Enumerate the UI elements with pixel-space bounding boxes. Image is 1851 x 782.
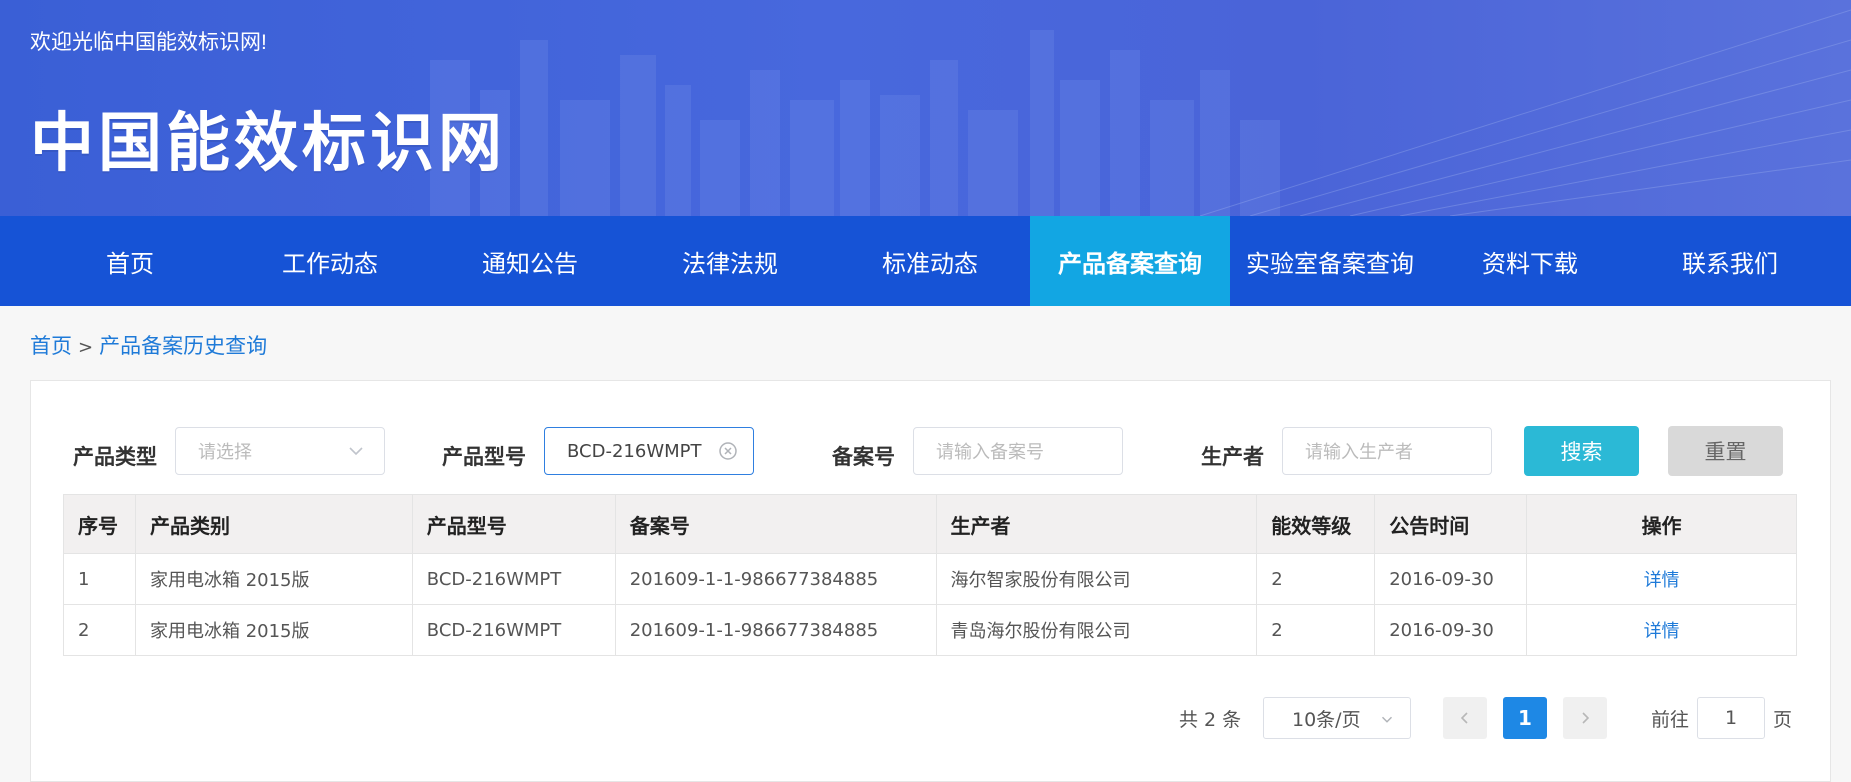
- nav-item-downloads[interactable]: 资料下载: [1430, 216, 1630, 306]
- nav-item-lab-record[interactable]: 实验室备案查询: [1230, 216, 1430, 306]
- model-input[interactable]: BCD-216WMPT: [544, 427, 754, 475]
- table-row: 1 家用电冰箱 2015版 BCD-216WMPT 201609-1-1-986…: [63, 553, 1797, 605]
- clear-icon[interactable]: [717, 440, 739, 462]
- breadcrumb: 首页 > 产品备案历史查询: [30, 330, 267, 360]
- product-type-placeholder: 请选择: [198, 442, 252, 463]
- page-number-current[interactable]: 1: [1503, 697, 1547, 739]
- search-button[interactable]: 搜索: [1524, 426, 1639, 476]
- table-cell: 海尔智家股份有限公司: [935, 553, 1258, 605]
- next-page-button[interactable]: [1563, 697, 1607, 739]
- total-count: 共 2 条: [1179, 709, 1242, 731]
- details-link[interactable]: 详情: [1644, 621, 1680, 642]
- main-nav: 首页 工作动态 通知公告 法律法规 标准动态 产品备案查询 实验室备案查询 资料…: [0, 216, 1851, 306]
- chevron-down-icon: [1381, 716, 1393, 723]
- table-cell: 2: [63, 604, 136, 656]
- product-type-select[interactable]: 请选择: [175, 427, 385, 475]
- details-link[interactable]: 详情: [1644, 570, 1680, 591]
- record-number-label: 备案号: [832, 445, 895, 469]
- table-cell: 详情: [1526, 604, 1797, 656]
- prev-page-button[interactable]: [1443, 697, 1487, 739]
- table-row: 2 家用电冰箱 2015版 BCD-216WMPT 201609-1-1-986…: [63, 604, 1797, 656]
- goto-page-input[interactable]: 1: [1697, 697, 1765, 739]
- table-cell: 家用电冰箱 2015版: [134, 604, 413, 656]
- nav-item-laws[interactable]: 法律法规: [630, 216, 830, 306]
- column-header: 产品型号: [411, 494, 616, 554]
- table-cell: 详情: [1526, 553, 1797, 605]
- table-cell: 2016-09-30: [1374, 553, 1528, 605]
- table-cell: 1: [63, 553, 136, 605]
- query-panel: 产品类型 请选择 产品型号 BCD-216WMPT 备案号 请输入备案号 生产者…: [30, 380, 1831, 782]
- chevron-right-icon: [1582, 712, 1590, 724]
- table-cell: 2: [1256, 553, 1376, 605]
- welcome-text: 欢迎光临中国能效标识网!: [30, 31, 267, 54]
- nav-item-product-record[interactable]: 产品备案查询: [1030, 216, 1230, 306]
- table-cell: 201609-1-1-986677384885: [614, 604, 937, 656]
- column-header: 序号: [63, 494, 136, 554]
- table-header-row: 序号 产品类别 产品型号 备案号 生产者 能效等级 公告时间 操作: [63, 494, 1797, 554]
- table-cell: 201609-1-1-986677384885: [614, 553, 937, 605]
- table-cell: 2016-09-30: [1374, 604, 1528, 656]
- table-cell: 2: [1256, 604, 1376, 656]
- column-header: 备案号: [614, 494, 937, 554]
- page-size-select[interactable]: 10条/页: [1263, 697, 1411, 739]
- page-size-value: 10条/页: [1292, 708, 1361, 731]
- chevron-down-icon: [349, 447, 363, 456]
- goto-suffix: 页: [1773, 709, 1793, 731]
- table-cell: BCD-216WMPT: [411, 553, 616, 605]
- model-label: 产品型号: [442, 445, 526, 469]
- table-cell: BCD-216WMPT: [411, 604, 616, 656]
- column-header: 生产者: [935, 494, 1258, 554]
- header-banner: 欢迎光临中国能效标识网! 中国能效标识网: [0, 0, 1851, 216]
- record-number-placeholder: 请输入备案号: [936, 442, 1044, 463]
- goto-prefix: 前往: [1651, 709, 1690, 731]
- breadcrumb-home-link[interactable]: 首页: [30, 334, 72, 358]
- column-header: 公告时间: [1374, 494, 1528, 554]
- record-number-input[interactable]: 请输入备案号: [913, 427, 1123, 475]
- column-header: 产品类别: [134, 494, 413, 554]
- nav-item-work-news[interactable]: 工作动态: [230, 216, 430, 306]
- breadcrumb-separator: >: [78, 337, 94, 358]
- chevron-left-icon: [1460, 712, 1468, 724]
- column-header: 能效等级: [1256, 494, 1376, 554]
- table-cell: 家用电冰箱 2015版: [134, 553, 413, 605]
- site-logo[interactable]: 中国能效标识网: [30, 92, 506, 184]
- table-cell: 青岛海尔股份有限公司: [935, 604, 1258, 656]
- nav-item-notices[interactable]: 通知公告: [430, 216, 630, 306]
- reset-button[interactable]: 重置: [1668, 426, 1783, 476]
- manufacturer-input[interactable]: 请输入生产者: [1282, 427, 1492, 475]
- manufacturer-placeholder: 请输入生产者: [1305, 442, 1413, 463]
- nav-item-home[interactable]: 首页: [30, 216, 230, 306]
- column-header: 操作: [1526, 494, 1797, 554]
- breadcrumb-current[interactable]: 产品备案历史查询: [99, 334, 267, 358]
- results-table: 序号 产品类别 产品型号 备案号 生产者 能效等级 公告时间 操作 1 家用电冰…: [63, 494, 1797, 656]
- nav-item-standards[interactable]: 标准动态: [830, 216, 1030, 306]
- product-type-label: 产品类型: [73, 445, 157, 469]
- nav-item-contact[interactable]: 联系我们: [1630, 216, 1830, 306]
- model-input-value: BCD-216WMPT: [567, 440, 702, 462]
- manufacturer-label: 生产者: [1201, 445, 1264, 469]
